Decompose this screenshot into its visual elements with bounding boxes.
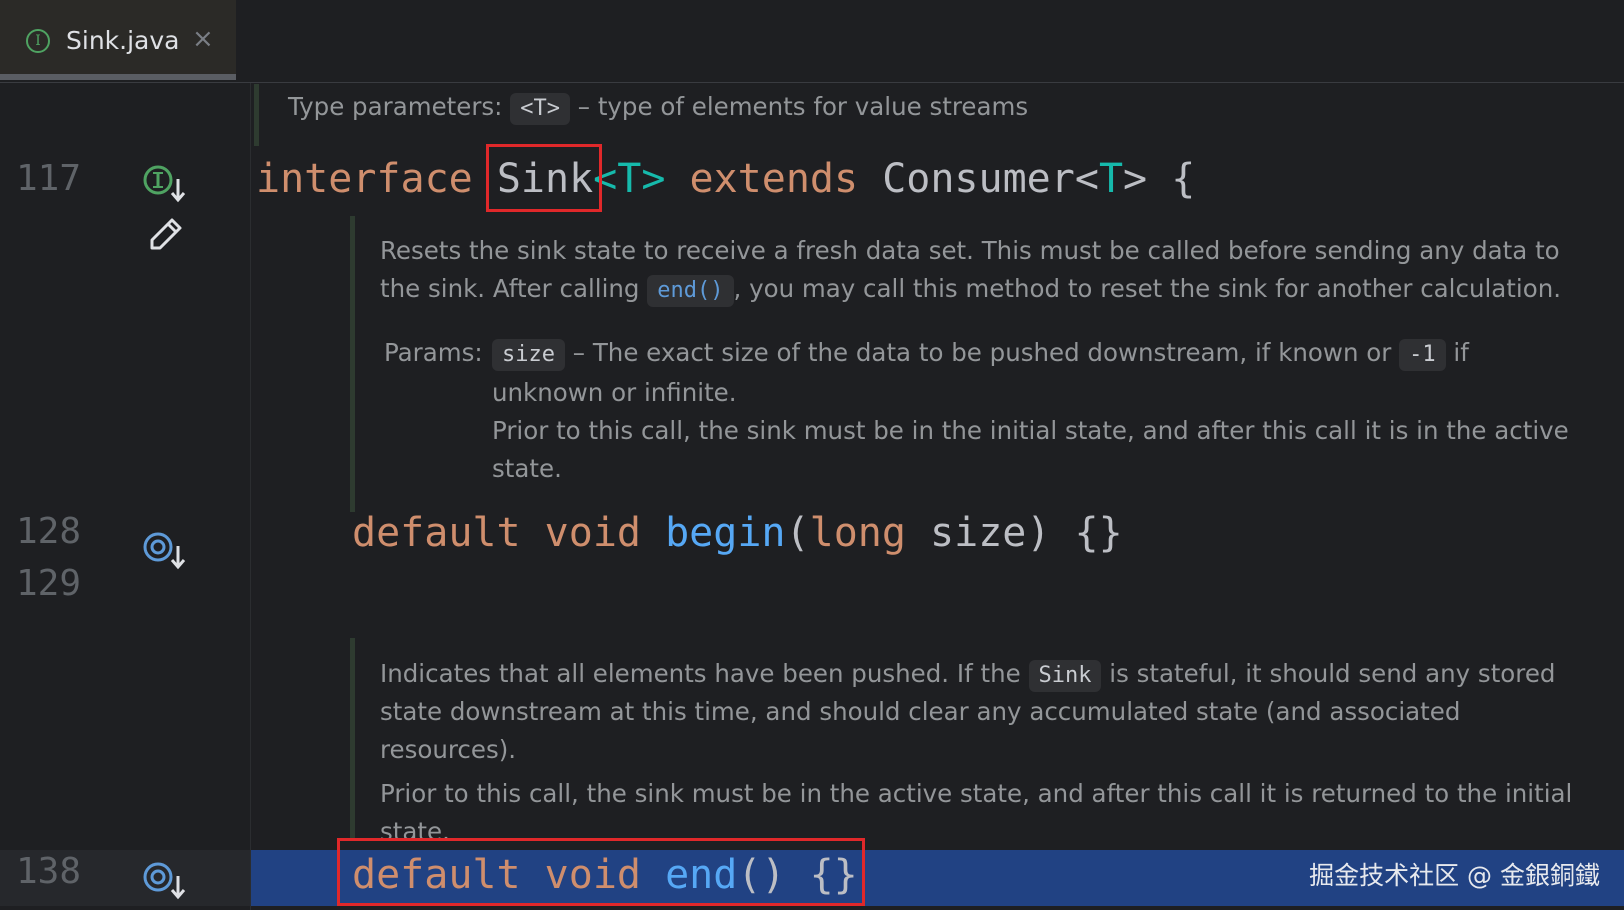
overridden-method-icon[interactable] [142,860,190,900]
overridden-method-icon[interactable] [142,530,190,570]
watermark: 掘金技术社区 @ 金銀銅鐵 [1309,861,1600,890]
doc-text: – The exact size of the data to be pushe… [572,338,1392,367]
keyword: extends [689,156,859,202]
doc-comment-bar [350,638,355,838]
code-line-128: default void begin(long size) {} [352,510,1123,556]
implemented-interface-icon[interactable] [142,163,190,203]
doc-text: – type of elements for value streams [577,92,1029,121]
doc-text: the sink. After calling [380,274,640,303]
parameter: size [930,510,1027,556]
doc-text: if [1453,338,1469,367]
doc-text: unknown or infinite. [492,378,737,407]
params-doc: size – The exact size of the data to be … [492,334,1592,488]
code-chip: <T> [510,93,570,125]
active-tab-indicator [0,74,236,80]
tab-sink-java[interactable]: I Sink.java × [0,0,236,80]
doc-text: Prior to this call, the sink must be in … [380,779,1573,808]
bracket: > [1123,156,1148,202]
doc-text: is stateful, it should send any stored [1109,659,1556,688]
doc-text: Prior to this call, the sink must be in … [492,416,1569,445]
doc-text: state downstream at this time, and shoul… [380,697,1461,764]
interface-icon: I [26,29,50,53]
method-name: begin [665,510,786,556]
end-doc: Indicates that all elements have been pu… [380,655,1600,851]
editor-tab-bar: I Sink.java × [0,0,1624,83]
line-number-117: 117 [16,158,82,199]
code-chip: Sink [1028,660,1102,692]
line-number-138: 138 [16,851,82,892]
doc-comment-bar [350,216,355,512]
code-rest: ) {} [1026,510,1123,556]
doc-label: Type parameters: [288,92,503,121]
code-chip: size [492,339,565,371]
line-gutter [0,83,251,910]
doc-text: Resets the sink state to receive a fresh… [380,236,1560,265]
doc-link[interactable]: end() [647,275,734,307]
type-params-doc: Type parameters: <T> – type of elements … [288,88,1028,126]
line-number-129: 129 [16,563,82,604]
type-param: <T> [593,156,666,202]
edit-pencil-icon[interactable] [144,214,188,258]
close-icon[interactable]: × [192,24,214,54]
keyword: void [544,510,641,556]
brace: { [1171,156,1196,202]
bracket: < [1074,156,1099,202]
keyword: default [352,510,521,556]
tab-label: Sink.java [66,26,180,55]
paren: ( [785,510,810,556]
code-chip: -1 [1399,339,1446,371]
code-line-117: interface Sink<T> extends Consumer<T> { [256,156,1195,202]
doc-text: Indicates that all elements have been pu… [380,659,1021,688]
parent-type: Consumer [882,156,1075,202]
keyword: long [809,510,906,556]
doc-text: , you may call this method to reset the … [733,274,1562,303]
doc-text: state. [492,454,562,483]
type-param: T [1098,156,1124,202]
doc-comment-bar [254,84,259,146]
keyword: interface [256,156,473,202]
params-label: Params: [384,338,483,367]
begin-doc: Resets the sink state to receive a fresh… [380,232,1580,308]
annotation-box-end [337,838,865,906]
line-number-128: 128 [16,511,82,552]
annotation-box-sink [486,144,602,212]
